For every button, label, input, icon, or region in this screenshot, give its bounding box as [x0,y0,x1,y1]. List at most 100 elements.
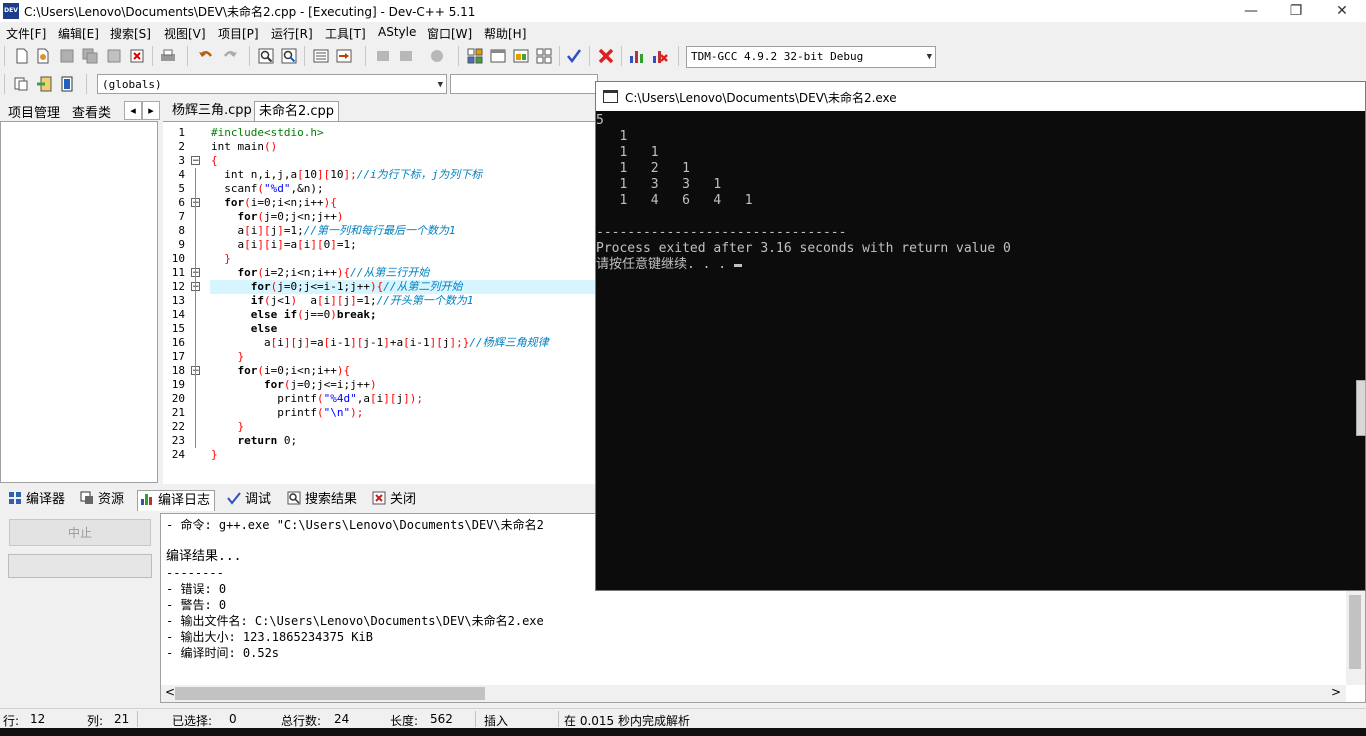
line-number: 1 [178,126,185,139]
print-icon[interactable] [159,47,177,65]
code-token: ][ [429,336,443,349]
code-token: =1; [356,294,377,307]
editor-tab-untitled2[interactable]: 未命名2.cpp [254,101,340,121]
scroll-thumb[interactable] [175,687,485,700]
code-token: ][ [257,224,271,237]
compiler-select[interactable]: TDM-GCC 4.9.2 32-bit Debug ▼ [686,46,936,68]
indent-icon[interactable] [312,47,330,65]
code-token: #include<stdio.h> [211,126,324,139]
code-token: a [211,336,271,349]
find-icon[interactable] [257,47,275,65]
syntax-check-icon[interactable] [565,47,583,65]
replace-icon[interactable] [280,47,298,65]
line-number: 13 [171,294,185,307]
grid-icon [9,492,21,504]
tab-classes[interactable]: 查看类 [72,102,111,121]
tab-debug[interactable]: 调试 [225,490,275,510]
menu-file[interactable]: 文件[F] [6,25,46,42]
minimize-button[interactable]: — [1228,0,1274,22]
goto-line-icon[interactable] [335,47,353,65]
code-token: else if [211,308,298,321]
profile-icon[interactable] [628,47,646,65]
code-token: a [297,294,317,307]
run-icon[interactable] [489,47,507,65]
menu-edit[interactable]: 编辑[E] [58,25,99,42]
log-line: - 输出大小: 123.1865234375 KiB [166,630,373,644]
tab-next-button[interactable]: ▸ [142,101,160,120]
line-number: 11 [171,266,185,279]
secondary-toolbar: (globals) ▼ [0,70,600,98]
tab-compile-log[interactable]: 编译日志 [137,490,216,511]
redo-icon[interactable] [221,47,239,65]
compile-icon[interactable] [466,47,484,65]
code-token: ,&n); [290,182,324,195]
unindent-icon[interactable] [374,47,392,65]
bookmark-icon[interactable] [428,47,446,65]
code-token: scanf [211,182,258,195]
save-icon[interactable] [58,47,76,65]
tab-prev-button[interactable]: ◂ [124,101,142,120]
code-token: else [211,322,278,335]
rebuild-all-icon[interactable] [535,47,553,65]
code-token: int main [211,140,264,153]
menu-view[interactable]: 视图[V] [164,25,206,42]
menu-help[interactable]: 帮助[H] [484,25,526,42]
close-file-icon[interactable] [105,47,123,65]
code-token: j=0;j<n;j++ [263,210,337,223]
log-horizontal-scrollbar[interactable]: < > [161,685,1346,702]
tab-resources[interactable]: 资源 [78,490,128,510]
taskbar [0,728,1366,736]
console-window[interactable]: C:\Users\Lenovo\Documents\DEV\未命名2.exe 5… [595,81,1366,591]
delete-profile-icon[interactable] [651,47,669,65]
save-all-icon[interactable] [81,47,99,65]
tab-project[interactable]: 项目管理 [8,102,60,121]
undo-icon[interactable] [197,47,215,65]
tab-close[interactable]: 关闭 [370,490,420,510]
scroll-thumb[interactable] [1349,595,1361,669]
chevron-down-icon: ▼ [926,52,932,62]
code-token: a [211,238,245,251]
stop-execution-icon[interactable] [597,47,615,65]
scroll-left-icon[interactable]: < [165,685,175,699]
close-button[interactable]: ✕ [1319,0,1365,22]
code-token: ){ [336,266,351,279]
log-vertical-scrollbar[interactable] [1346,591,1365,685]
scroll-right-icon[interactable]: > [1331,685,1341,699]
menu-project[interactable]: 项目[P] [218,25,259,42]
compile-run-icon[interactable] [512,47,530,65]
project-pane[interactable] [0,121,158,483]
new-file-icon[interactable] [13,47,31,65]
toggle-comment-icon[interactable] [397,47,415,65]
goto-definition-icon[interactable] [35,75,53,93]
tab-compiler[interactable]: 编译器 [6,490,69,510]
editor-tab-yanghui[interactable]: 杨辉三角.cpp [168,101,256,121]
insert-icon[interactable] [12,75,30,93]
menu-tools[interactable]: 工具[T] [325,25,366,42]
window-resize-handle[interactable] [1356,380,1366,436]
menu-astyle[interactable]: AStyle [378,25,416,39]
menu-search[interactable]: 搜索[S] [110,25,151,42]
close-all-icon[interactable] [128,47,146,65]
code-line: for(j=0;j<=i-1;j++){//从第二列开始 [211,280,463,294]
scope-select[interactable]: (globals) ▼ [97,74,447,94]
restore-button[interactable]: ❐ [1273,0,1319,22]
code-token: } [211,448,218,461]
code-line: else if(j==0)break; [211,308,377,322]
tab-search-results[interactable]: 搜索结果 [285,490,361,510]
menu-window[interactable]: 窗口[W] [427,25,472,42]
line-number: 10 [171,252,185,265]
open-file-icon[interactable] [34,47,52,65]
code-token: [ [244,238,251,251]
menu-run[interactable]: 运行[R] [271,25,313,42]
abort-button[interactable]: 中止 [9,519,151,546]
code-token: ]; [343,168,357,181]
code-editor[interactable]: 1 2 3 4 5 6 7 8 9 10 11 12 13 14 15 16 17 18 19 20 21 22 23 24−… [163,121,603,484]
console-title-bar[interactable]: C:\Users\Lenovo\Documents\DEV\未命名2.exe [596,82,1365,111]
fold-toggle-icon[interactable]: − [191,156,200,166]
code-token: int n,i,j,a [211,168,298,181]
class-browser-icon[interactable] [58,75,76,93]
symbol-select[interactable] [450,74,598,94]
log-line: - 命令: g++.exe "C:\Users\Lenovo\Documents… [166,518,544,532]
console-output[interactable]: 5 1 1 1 1 2 1 1 3 3 1 1 4 6 4 1 --------… [596,111,1365,590]
code-token: for [211,266,258,279]
